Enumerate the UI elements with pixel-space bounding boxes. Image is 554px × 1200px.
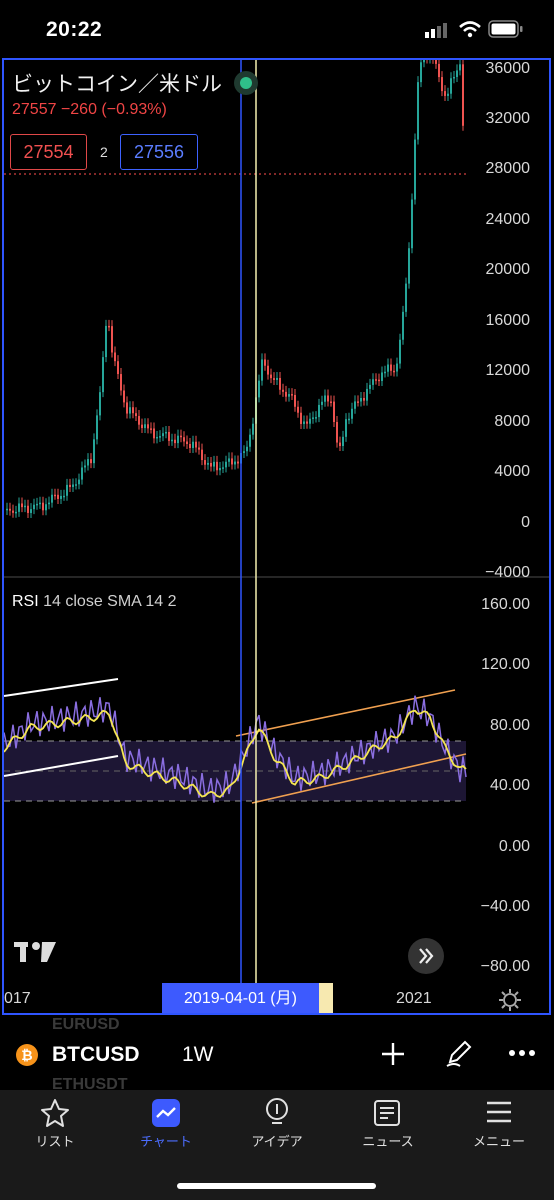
rsi-axis-label: 80.00 (489, 717, 530, 734)
idea-icon (266, 1098, 288, 1124)
symbol-selector[interactable]: BTCUSD (52, 1043, 140, 1067)
menu-icon (487, 1101, 511, 1123)
rsi-params: 14 close SMA 14 2 (43, 593, 177, 610)
nav-chart[interactable]: チャート (111, 1090, 221, 1160)
price-axis-label: 28000 (485, 160, 531, 177)
tradingview-logo-icon (14, 942, 56, 962)
nav-label: アイデア (251, 1134, 303, 1149)
wifi-icon (459, 21, 481, 38)
status-bar: 20:22 (0, 0, 554, 60)
rsi-legend[interactable]: RSI 14 close SMA 14 2 (12, 593, 177, 611)
interval-selector[interactable]: 1W (182, 1043, 214, 1067)
pencil-icon[interactable] (444, 1038, 474, 1068)
price-axis-label: 8000 (494, 413, 530, 430)
price-axis-label: 4000 (494, 463, 530, 480)
rsi-axis-label: 120.00 (481, 656, 530, 673)
nav-label: メニュー (472, 1134, 525, 1149)
price-axis-label: 12000 (485, 362, 531, 379)
battery-icon (488, 20, 523, 38)
rsi-axis-label: 0.00 (498, 838, 530, 855)
status-time: 20:22 (46, 18, 103, 41)
nav-label: リスト (35, 1134, 75, 1149)
rsi-axis-label: −80.00 (480, 958, 530, 975)
spread-value: 2 (100, 144, 108, 160)
ghost-symbol: EURUSD (52, 1016, 120, 1033)
settings-gear-icon[interactable] (498, 988, 522, 1012)
price-quote: 27557 −260 (−0.93%) (12, 101, 167, 118)
star-icon (41, 1099, 69, 1127)
scroll-to-realtime-button[interactable] (408, 938, 444, 974)
chart-selection-frame (2, 58, 551, 1015)
nav-news[interactable]: ニュース (333, 1090, 443, 1160)
time-axis-label: 2021 (396, 990, 432, 1007)
news-icon (374, 1100, 400, 1126)
price-axis-label: 32000 (485, 110, 531, 127)
chart-icon (152, 1099, 180, 1127)
crosshair-date-cap (319, 983, 333, 1013)
price-axis-label: 20000 (485, 261, 531, 278)
price-axis-label: 36000 (485, 60, 531, 77)
rsi-axis-label: 160.00 (481, 596, 530, 613)
rsi-axis-label: −40.00 (480, 898, 530, 915)
nav-label: チャート (140, 1134, 192, 1149)
price-axis-label: −4000 (485, 564, 530, 581)
price-axis-label: 24000 (485, 211, 531, 228)
rsi-name: RSI (12, 593, 39, 610)
pair-title[interactable]: ビットコイン／米ドル (12, 68, 222, 98)
bitcoin-icon: ₿ (16, 1044, 38, 1066)
nav-menu[interactable]: メニュー (444, 1090, 554, 1160)
price-axis-label: 16000 (485, 312, 531, 329)
sell-button[interactable]: 27554 (10, 134, 87, 170)
time-axis-label: 017 (4, 990, 31, 1007)
nav-label: ニュース (362, 1134, 414, 1149)
rsi-axis-label: 40.00 (489, 777, 530, 794)
price-axis-label: 0 (521, 514, 530, 531)
home-indicator (177, 1183, 376, 1189)
nav-list[interactable]: リスト (0, 1090, 110, 1160)
more-icon[interactable] (508, 1048, 536, 1058)
double-chevron-right-icon (419, 948, 434, 964)
buy-button[interactable]: 27556 (120, 134, 198, 170)
plus-icon[interactable] (380, 1041, 406, 1067)
crosshair-date-badge: 2019-04-01 (月) (162, 983, 319, 1013)
nav-ideas[interactable]: アイデア (222, 1090, 332, 1160)
signal-icon (425, 23, 447, 38)
